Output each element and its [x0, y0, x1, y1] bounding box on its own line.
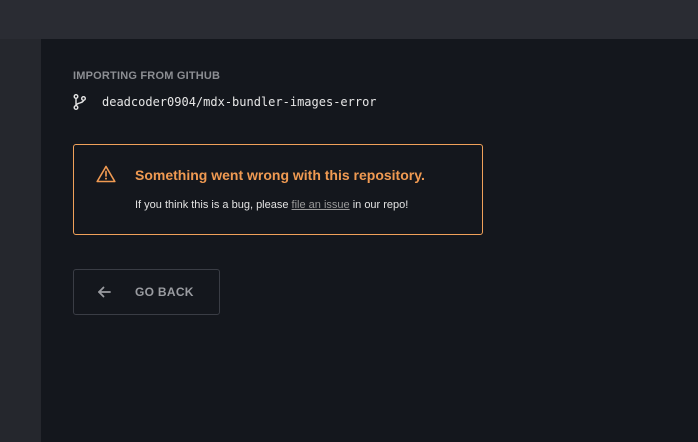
error-description: If you think this is a bug, please file …	[135, 199, 408, 211]
arrow-left-icon	[96, 284, 112, 300]
error-title: Something went wrong with this repositor…	[135, 167, 425, 183]
error-panel: Something went wrong with this repositor…	[73, 144, 483, 235]
import-source-label: IMPORTING FROM GITHUB	[73, 70, 221, 82]
error-desc-prefix: If you think this is a bug, please	[135, 199, 292, 211]
warning-triangle-icon	[96, 165, 116, 183]
left-sidebar	[0, 39, 41, 442]
go-back-button[interactable]: GO BACK	[73, 269, 220, 315]
go-back-label: GO BACK	[135, 285, 194, 299]
repo-name: deadcoder0904/mdx-bundler-images-error	[102, 95, 377, 109]
repo-row: deadcoder0904/mdx-bundler-images-error	[73, 93, 377, 111]
git-branch-icon	[73, 94, 87, 110]
error-desc-suffix: in our repo!	[349, 199, 409, 211]
top-bar	[0, 0, 698, 39]
file-issue-link[interactable]: file an issue	[292, 199, 350, 211]
